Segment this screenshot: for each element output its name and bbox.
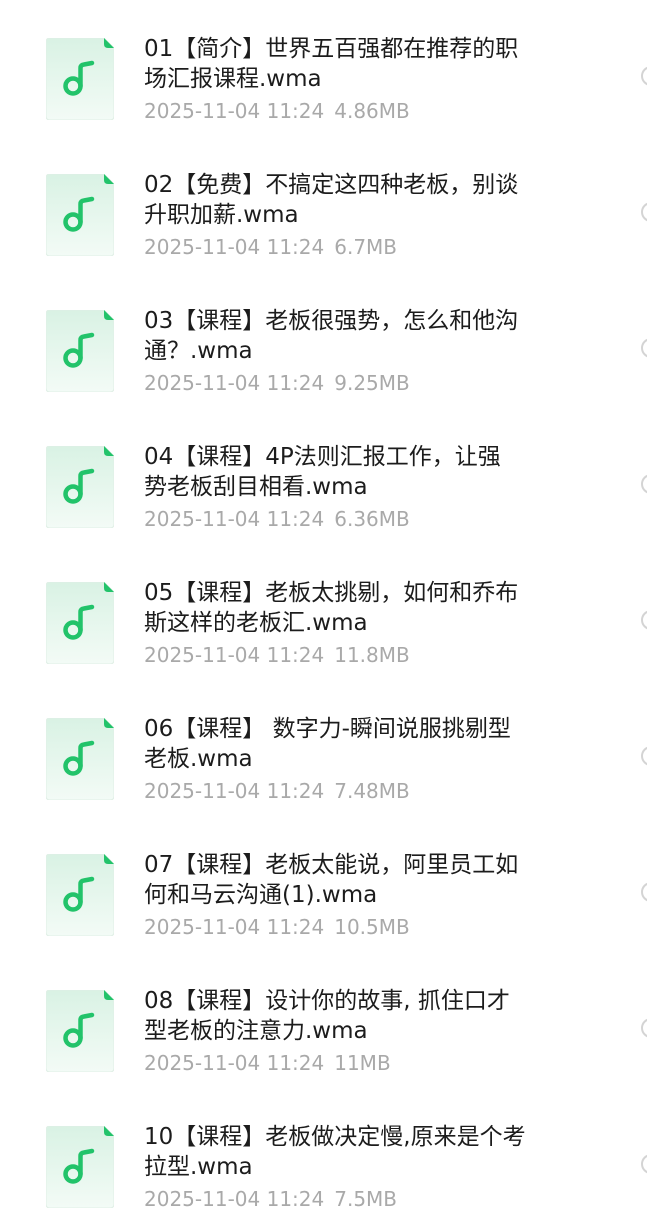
file-name: 05【课程】老板太挑剔，如何和乔布 斯这样的老板汇.wma (144, 580, 519, 636)
file-name: 02【免费】不搞定这四种老板，别谈 升职加薪.wma (144, 172, 519, 228)
file-meta: 2025-11-04 11:24 11MB (144, 1048, 391, 1078)
music-file-icon (46, 854, 114, 936)
select-checkbox[interactable] (641, 882, 647, 902)
file-meta: 2025-11-04 11:24 7.48MB (144, 776, 410, 806)
file-meta: 2025-11-04 11:24 7.5MB (144, 1184, 397, 1214)
file-list: 01【简介】世界五百强都在推荐的职 场汇报课程.wma 2025-11-04 11… (0, 0, 647, 1214)
file-name: 07【课程】老板太能说，阿里员工如 何和马云沟通(1).wma (144, 852, 519, 908)
music-file-icon (46, 446, 114, 528)
file-date: 2025-11-04 11:24 (144, 371, 325, 395)
file-date: 2025-11-04 11:24 (144, 507, 325, 531)
file-row[interactable]: 07【课程】老板太能说，阿里员工如 何和马云沟通(1).wma 2025-11-0… (0, 816, 647, 952)
file-size: 7.48MB (334, 779, 410, 803)
select-checkbox[interactable] (641, 338, 647, 358)
file-size: 11.8MB (334, 643, 410, 667)
file-row[interactable]: 10【课程】老板做决定慢,原来是个考 拉型.wma 2025-11-04 11:2… (0, 1088, 647, 1214)
file-size: 10.5MB (334, 915, 410, 939)
select-checkbox[interactable] (641, 1018, 647, 1038)
file-name: 04【课程】4P法则汇报工作，让强 势老板刮目相看.wma (144, 444, 501, 500)
select-checkbox[interactable] (641, 610, 647, 630)
file-date: 2025-11-04 11:24 (144, 235, 325, 259)
music-file-icon (46, 990, 114, 1072)
file-size: 11MB (334, 1051, 391, 1075)
select-checkbox[interactable] (641, 202, 647, 222)
music-file-icon (46, 1126, 114, 1208)
file-date: 2025-11-04 11:24 (144, 99, 325, 123)
file-meta: 2025-11-04 11:24 9.25MB (144, 368, 410, 398)
file-name: 03【课程】老板很强势，怎么和他沟 通？.wma (144, 308, 519, 364)
file-date: 2025-11-04 11:24 (144, 643, 325, 667)
file-size: 7.5MB (334, 1187, 398, 1211)
file-row[interactable]: 08【课程】设计你的故事, 抓住口才 型老板的注意力.wma 2025-11-04… (0, 952, 647, 1088)
file-row[interactable]: 02【免费】不搞定这四种老板，别谈 升职加薪.wma 2025-11-04 11:… (0, 136, 647, 272)
file-row[interactable]: 06【课程】 数字力-瞬间说服挑剔型 老板.wma 2025-11-04 11:2… (0, 680, 647, 816)
select-checkbox[interactable] (641, 66, 647, 86)
music-file-icon (46, 38, 114, 120)
file-meta: 2025-11-04 11:24 4.86MB (144, 96, 410, 126)
file-date: 2025-11-04 11:24 (144, 915, 325, 939)
file-meta: 2025-11-04 11:24 11.8MB (144, 640, 410, 670)
file-size: 6.7MB (334, 235, 398, 259)
file-size: 4.86MB (334, 99, 410, 123)
file-size: 9.25MB (334, 371, 410, 395)
file-row[interactable]: 01【简介】世界五百强都在推荐的职 场汇报课程.wma 2025-11-04 11… (0, 0, 647, 136)
file-date: 2025-11-04 11:24 (144, 1051, 325, 1075)
select-checkbox[interactable] (641, 1154, 647, 1174)
file-name: 10【课程】老板做决定慢,原来是个考 拉型.wma (144, 1124, 526, 1180)
select-checkbox[interactable] (641, 474, 647, 494)
file-name: 01【简介】世界五百强都在推荐的职 场汇报课程.wma (144, 36, 519, 92)
file-meta: 2025-11-04 11:24 6.36MB (144, 504, 410, 534)
music-file-icon (46, 718, 114, 800)
file-row[interactable]: 03【课程】老板很强势，怎么和他沟 通？.wma 2025-11-04 11:24… (0, 272, 647, 408)
file-size: 6.36MB (334, 507, 410, 531)
file-row[interactable]: 05【课程】老板太挑剔，如何和乔布 斯这样的老板汇.wma 2025-11-04 … (0, 544, 647, 680)
select-checkbox[interactable] (641, 746, 647, 766)
file-date: 2025-11-04 11:24 (144, 1187, 325, 1211)
music-file-icon (46, 582, 114, 664)
file-row[interactable]: 04【课程】4P法则汇报工作，让强 势老板刮目相看.wma 2025-11-04 … (0, 408, 647, 544)
file-meta: 2025-11-04 11:24 6.7MB (144, 232, 397, 262)
music-file-icon (46, 310, 114, 392)
file-meta: 2025-11-04 11:24 10.5MB (144, 912, 410, 942)
file-name: 08【课程】设计你的故事, 抓住口才 型老板的注意力.wma (144, 988, 510, 1044)
music-file-icon (46, 174, 114, 256)
file-name: 06【课程】 数字力-瞬间说服挑剔型 老板.wma (144, 716, 511, 772)
file-date: 2025-11-04 11:24 (144, 779, 325, 803)
